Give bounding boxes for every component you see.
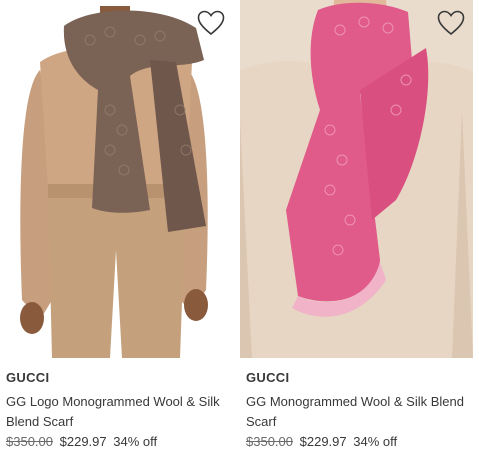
product-card[interactable]: GUCCI GG Monogrammed Wool & Silk Blend S…: [240, 0, 473, 452]
product-grid: GUCCI GG Logo Monogrammed Wool & Silk Bl…: [0, 0, 479, 452]
product-card[interactable]: GUCCI GG Logo Monogrammed Wool & Silk Bl…: [0, 0, 233, 452]
sale-price: $229.97: [299, 434, 347, 449]
product-name[interactable]: GG Logo Monogrammed Wool & Silk Blend Sc…: [6, 392, 232, 432]
product-info: GUCCI GG Monogrammed Wool & Silk Blend S…: [246, 368, 472, 452]
product-brand[interactable]: GUCCI: [6, 368, 232, 388]
wishlist-heart-icon[interactable]: [437, 10, 465, 36]
discount-label: 34% off: [113, 434, 158, 449]
product-image[interactable]: [240, 0, 473, 358]
product-brand[interactable]: GUCCI: [246, 368, 472, 388]
product-name[interactable]: GG Monogrammed Wool & Silk Blend Scarf: [246, 392, 472, 432]
product-image[interactable]: [0, 0, 233, 358]
discount-label: 34% off: [353, 434, 398, 449]
product-price-row: $350.00 $229.97 34% off: [6, 432, 232, 452]
original-price: $350.00: [6, 434, 53, 449]
wishlist-heart-icon[interactable]: [197, 10, 225, 36]
product-price-row: $350.00 $229.97 34% off: [246, 432, 472, 452]
sale-price: $229.97: [59, 434, 107, 449]
product-info: GUCCI GG Logo Monogrammed Wool & Silk Bl…: [6, 368, 232, 452]
original-price: $350.00: [246, 434, 293, 449]
